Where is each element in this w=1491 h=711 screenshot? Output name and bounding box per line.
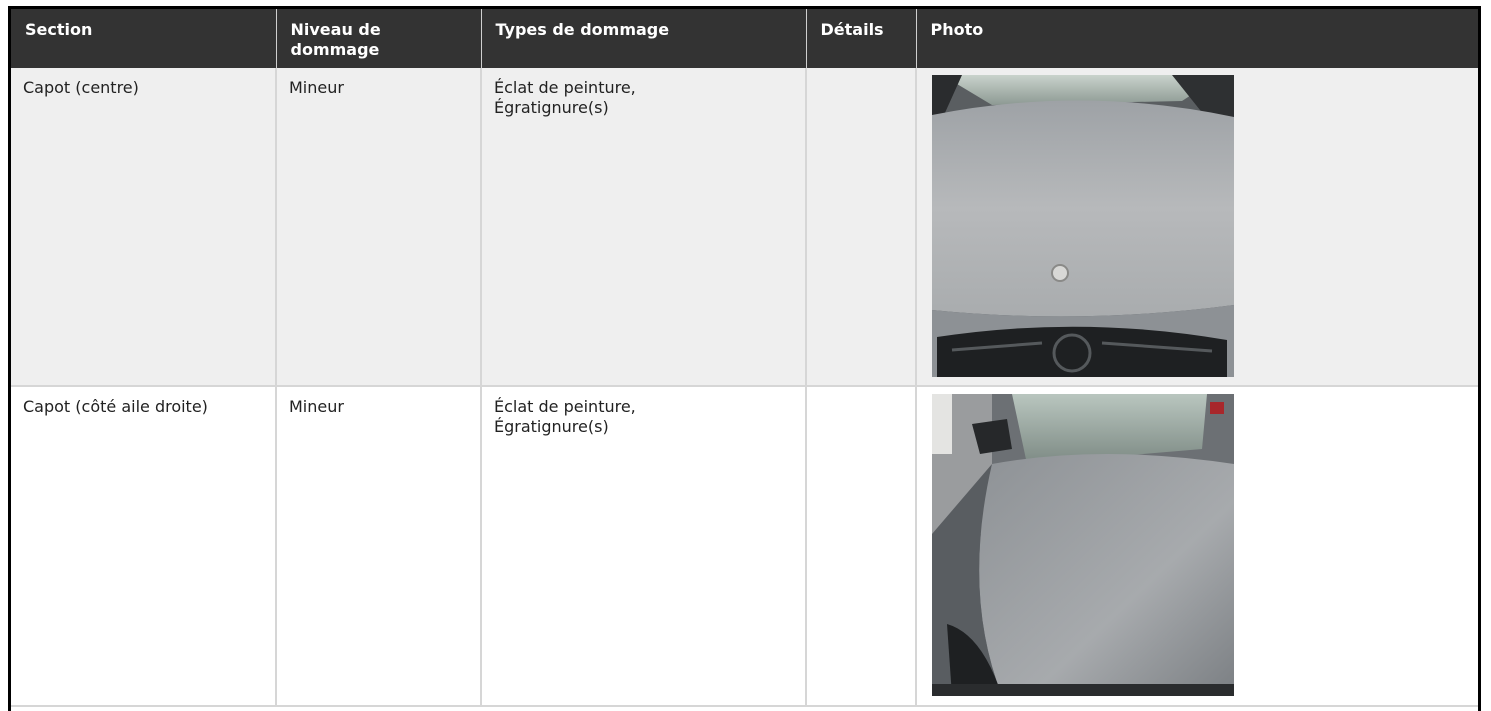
table-row: Capot (côté aile droite) Mineur Éclat de… (11, 386, 1478, 707)
header-photo: Photo (916, 9, 1478, 68)
header-section: Section (11, 9, 277, 68)
cell-niveau: Mineur (276, 68, 482, 387)
damage-type-line: Égratignure(s) (494, 98, 609, 117)
damage-type-line: Éclat de peinture, (494, 78, 636, 97)
car-hood-photo[interactable] (932, 75, 1234, 377)
header-details: Détails (806, 9, 917, 68)
cell-photo (916, 386, 1478, 707)
cell-section: Capot (côté aile droite) (11, 386, 277, 707)
cell-photo (916, 68, 1478, 387)
header-niveau: Niveau de dommage (276, 9, 482, 68)
cell-niveau: Mineur (276, 386, 482, 707)
cell-types: Éclat de peinture, Égratignure(s) (481, 386, 807, 707)
table-row: Capot (centre) Mineur Éclat de peinture,… (11, 68, 1478, 387)
damage-type-line: Égratignure(s) (494, 417, 609, 436)
cell-details (806, 68, 917, 387)
damage-table: Section Niveau de dommage Types de domma… (11, 9, 1478, 707)
cell-details (806, 386, 917, 707)
header-types: Types de dommage (481, 9, 807, 68)
car-hood-photo[interactable] (932, 394, 1234, 696)
damage-report-table-frame: Section Niveau de dommage Types de domma… (8, 6, 1481, 711)
cell-section: Capot (centre) (11, 68, 277, 387)
damage-type-line: Éclat de peinture, (494, 397, 636, 416)
cell-types: Éclat de peinture, Égratignure(s) (481, 68, 807, 387)
table-header-row: Section Niveau de dommage Types de domma… (11, 9, 1478, 68)
